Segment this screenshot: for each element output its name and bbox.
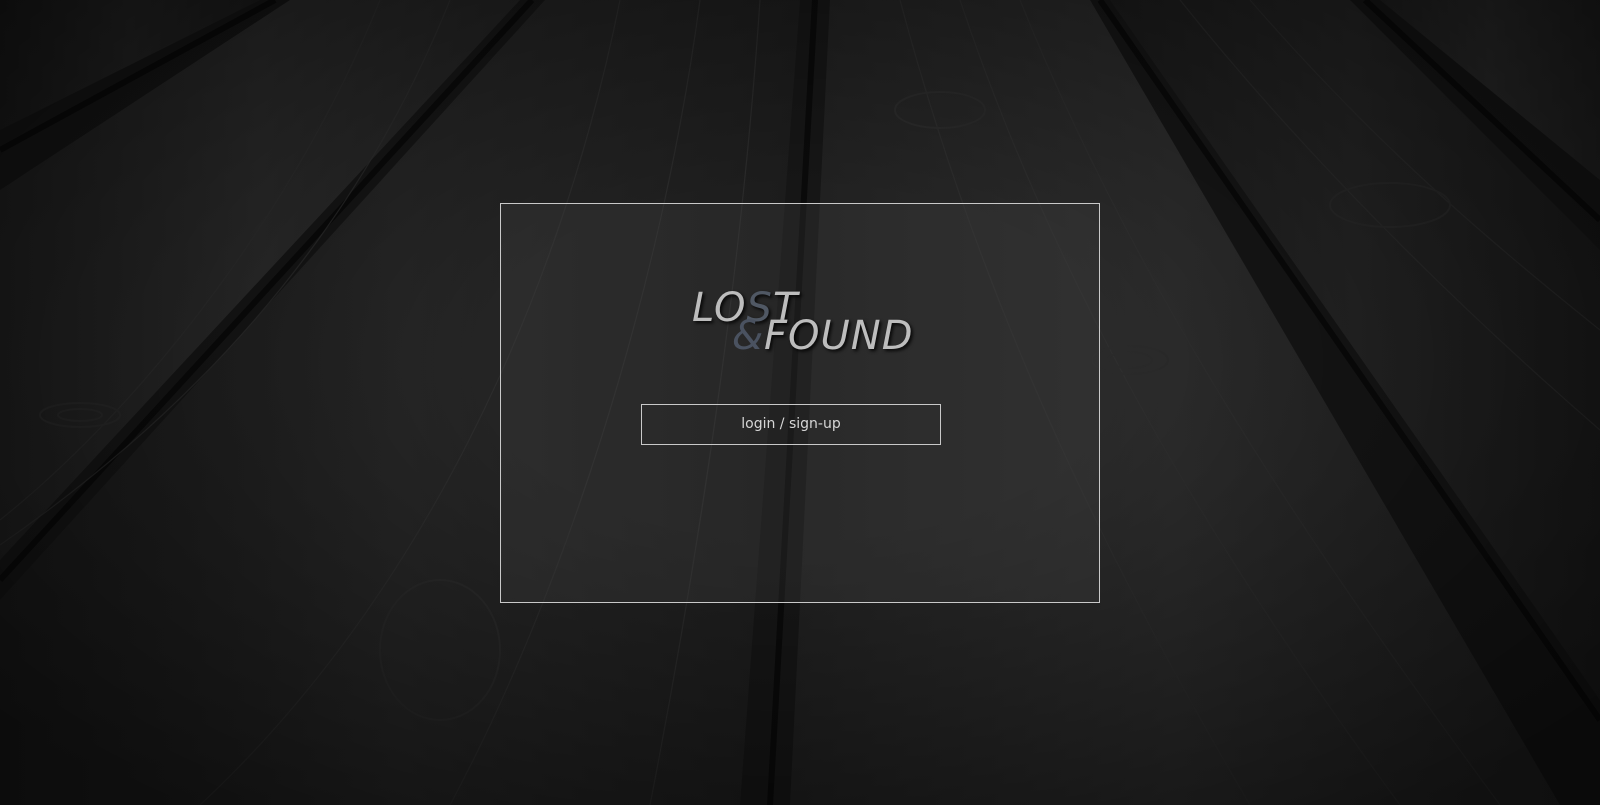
lost-and-found-logo: LOST & FOUND — [676, 282, 936, 362]
logo-text-found: FOUND — [764, 313, 914, 359]
landing-page: LOST & FOUND login / sign-up — [0, 0, 1600, 805]
login-panel: LOST & FOUND login / sign-up — [500, 203, 1100, 603]
login-signup-button[interactable]: login / sign-up — [641, 404, 941, 445]
logo-ampersand: & — [732, 313, 765, 359]
